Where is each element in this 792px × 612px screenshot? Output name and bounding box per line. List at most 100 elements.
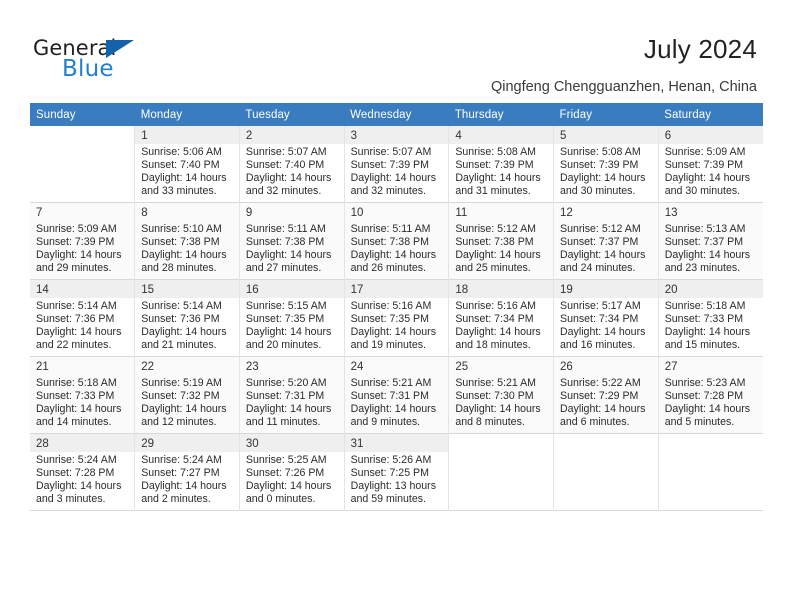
calendar-cell-empty — [30, 126, 136, 203]
day-info-daylight2: and 30 minutes. — [560, 185, 636, 198]
calendar-day-cell[interactable]: 17 Sunrise: 5:16 AM Sunset: 7:35 PM Dayligh… — [344, 279, 450, 357]
day-info-sunset: Sunset: 7:29 PM — [560, 390, 639, 403]
day-sun-info: Sunrise: 5:18 AM Sunset: 7:33 PM Daylight:… — [36, 377, 128, 429]
calendar-day-cell[interactable]: 26 Sunrise: 5:22 AM Sunset: 7:29 PM Dayligh… — [553, 356, 659, 434]
day-info-daylight1: Daylight: 14 hours — [664, 403, 751, 416]
calendar-day-cell[interactable]: 31 Sunrise: 5:26 AM Sunset: 7:25 PM Dayligh… — [344, 433, 450, 511]
calendar-day-cell[interactable]: 28 Sunrise: 5:24 AM Sunset: 7:28 PM Dayligh… — [30, 433, 136, 511]
day-number: 26 — [560, 361, 573, 373]
day-info-sunset: Sunset: 7:39 PM — [350, 159, 429, 172]
day-info-sunrise: Sunrise: 5:08 AM — [455, 146, 536, 158]
day-info-daylight1: Daylight: 14 hours — [245, 249, 332, 262]
day-info-sunrise: Sunrise: 5:21 AM — [350, 377, 432, 389]
calendar-day-cell[interactable]: 3 Sunrise: 5:07 AM Sunset: 7:39 PM Daylight… — [344, 126, 450, 203]
day-info-daylight2: and 20 minutes. — [245, 339, 322, 352]
day-number: 13 — [664, 207, 678, 219]
calendar-day-cell[interactable]: 30 Sunrise: 5:25 AM Sunset: 7:26 PM Dayligh… — [239, 433, 345, 511]
day-info-sunrise: Sunrise: 5:16 AM — [455, 300, 536, 312]
day-info-sunrise: Sunrise: 5:20 AM — [245, 377, 327, 389]
day-number: 27 — [664, 361, 678, 373]
day-info-daylight1: Daylight: 14 hours — [455, 326, 541, 339]
day-sun-info: Sunrise: 5:07 AM Sunset: 7:39 PM Daylight:… — [351, 146, 443, 198]
calendar-day-cell[interactable]: 11 Sunrise: 5:12 AM Sunset: 7:38 PM Dayligh… — [448, 202, 555, 280]
day-number: 12 — [560, 207, 573, 219]
day-sun-info: Sunrise: 5:12 AM Sunset: 7:38 PM Daylight:… — [455, 223, 547, 275]
calendar-day-cell[interactable]: 21 Sunrise: 5:18 AM Sunset: 7:33 PM Dayligh… — [30, 356, 136, 434]
calendar-day-cell[interactable]: 18 Sunrise: 5:16 AM Sunset: 7:34 PM Dayligh… — [448, 279, 555, 357]
day-info-daylight1: Daylight: 14 hours — [560, 172, 646, 185]
day-info-sunrise: Sunrise: 5:24 AM — [36, 454, 117, 466]
calendar-day-cell[interactable]: 5 Sunrise: 5:08 AM Sunset: 7:39 PM Daylight… — [553, 126, 659, 203]
calendar-day-cell[interactable]: 23 Sunrise: 5:20 AM Sunset: 7:31 PM Dayligh… — [239, 356, 345, 434]
day-sun-info: Sunrise: 5:19 AM Sunset: 7:32 PM Daylight:… — [141, 377, 233, 429]
day-sun-info: Sunrise: 5:10 AM Sunset: 7:38 PM Daylight:… — [141, 223, 233, 275]
calendar-week-row: 1 Sunrise: 5:06 AM Sunset: 7:40 PM Daylight… — [30, 126, 763, 203]
day-info-daylight2: and 27 minutes. — [245, 262, 322, 275]
day-info-daylight2: and 22 minutes. — [36, 339, 112, 352]
calendar-day-cell[interactable]: 8 Sunrise: 5:10 AM Sunset: 7:38 PM Daylight… — [134, 202, 240, 280]
day-number: 22 — [141, 361, 154, 373]
logo-text-blue: Blue — [62, 56, 114, 82]
day-info-daylight1: Daylight: 14 hours — [664, 326, 751, 339]
day-info-daylight1: Daylight: 14 hours — [245, 480, 332, 493]
calendar-day-cell[interactable]: 6 Sunrise: 5:09 AM Sunset: 7:39 PM Daylight… — [658, 126, 763, 203]
day-info-sunset: Sunset: 7:35 PM — [245, 313, 325, 326]
day-info-sunrise: Sunrise: 5:23 AM — [664, 377, 746, 389]
day-info-sunrise: Sunrise: 5:11 AM — [350, 223, 431, 235]
calendar-day-cell[interactable]: 27 Sunrise: 5:23 AM Sunset: 7:28 PM Dayligh… — [658, 356, 763, 434]
calendar-day-cell[interactable]: 16 Sunrise: 5:15 AM Sunset: 7:35 PM Dayligh… — [239, 279, 345, 357]
calendar-day-cell[interactable]: 24 Sunrise: 5:21 AM Sunset: 7:31 PM Dayligh… — [344, 356, 450, 434]
day-info-daylight2: and 30 minutes. — [664, 185, 741, 198]
day-info-sunrise: Sunrise: 5:12 AM — [455, 223, 536, 235]
day-sun-info: Sunrise: 5:18 AM Sunset: 7:33 PM Daylight:… — [665, 300, 757, 352]
day-number: 15 — [141, 284, 154, 296]
generalblue-logo[interactable]: General Blue — [33, 36, 163, 84]
day-info-sunrise: Sunrise: 5:07 AM — [245, 146, 327, 158]
day-info-daylight1: Daylight: 13 hours — [350, 480, 436, 493]
day-info-sunset: Sunset: 7:26 PM — [245, 467, 325, 480]
day-number: 29 — [141, 438, 154, 450]
day-info-daylight1: Daylight: 14 hours — [350, 172, 436, 185]
calendar-day-cell[interactable]: 25 Sunrise: 5:21 AM Sunset: 7:30 PM Dayligh… — [448, 356, 555, 434]
day-info-daylight2: and 59 minutes. — [350, 493, 426, 506]
day-info-sunset: Sunset: 7:32 PM — [141, 390, 220, 403]
day-number: 18 — [455, 284, 469, 296]
day-info-daylight2: and 15 minutes. — [664, 339, 741, 352]
day-info-daylight2: and 8 minutes. — [455, 416, 525, 429]
calendar-day-cell[interactable]: 10 Sunrise: 5:11 AM Sunset: 7:38 PM Dayligh… — [344, 202, 450, 280]
day-info-sunrise: Sunrise: 5:12 AM — [560, 223, 641, 235]
day-info-daylight2: and 18 minutes. — [455, 339, 531, 352]
day-number: 3 — [350, 130, 358, 142]
day-sun-info: Sunrise: 5:12 AM Sunset: 7:37 PM Daylight:… — [560, 223, 652, 275]
calendar-day-cell[interactable]: 12 Sunrise: 5:12 AM Sunset: 7:37 PM Dayligh… — [553, 202, 659, 280]
calendar-day-cell[interactable]: 20 Sunrise: 5:18 AM Sunset: 7:33 PM Dayligh… — [658, 279, 763, 357]
day-info-sunset: Sunset: 7:39 PM — [664, 159, 744, 172]
calendar-day-cell[interactable]: 14 Sunrise: 5:14 AM Sunset: 7:36 PM Dayligh… — [30, 279, 136, 357]
day-number: 4 — [455, 130, 462, 142]
calendar-day-cell[interactable]: 2 Sunrise: 5:07 AM Sunset: 7:40 PM Daylight… — [239, 126, 345, 203]
calendar-day-cell[interactable]: 29 Sunrise: 5:24 AM Sunset: 7:27 PM Dayligh… — [134, 433, 240, 511]
day-info-daylight2: and 23 minutes. — [664, 262, 741, 275]
calendar-day-cell[interactable]: 19 Sunrise: 5:17 AM Sunset: 7:34 PM Dayligh… — [553, 279, 659, 357]
day-info-daylight2: and 14 minutes. — [36, 416, 112, 429]
calendar-day-cell[interactable]: 4 Sunrise: 5:08 AM Sunset: 7:39 PM Daylight… — [448, 126, 555, 203]
weekday-header-sunday: Sunday — [30, 103, 135, 126]
day-sun-info: Sunrise: 5:11 AM Sunset: 7:38 PM Daylight:… — [351, 223, 443, 275]
calendar-day-cell[interactable]: 15 Sunrise: 5:14 AM Sunset: 7:36 PM Dayligh… — [134, 279, 240, 357]
calendar-day-cell[interactable]: 22 Sunrise: 5:19 AM Sunset: 7:32 PM Dayligh… — [134, 356, 240, 434]
day-info-sunset: Sunset: 7:38 PM — [350, 236, 429, 249]
weekday-header-saturday: Saturday — [658, 103, 763, 126]
calendar-day-cell[interactable]: 7 Sunrise: 5:09 AM Sunset: 7:39 PM Daylight… — [30, 202, 136, 280]
day-info-sunrise: Sunrise: 5:18 AM — [36, 377, 117, 389]
page-title: July 2024 — [643, 34, 757, 64]
day-sun-info: Sunrise: 5:11 AM Sunset: 7:38 PM Daylight:… — [246, 223, 338, 275]
day-info-sunset: Sunset: 7:28 PM — [36, 467, 115, 480]
calendar-week-row: 21 Sunrise: 5:18 AM Sunset: 7:33 PM Dayligh… — [30, 356, 763, 434]
day-info-sunset: Sunset: 7:34 PM — [455, 313, 534, 326]
day-info-sunset: Sunset: 7:40 PM — [141, 159, 220, 172]
day-sun-info: Sunrise: 5:16 AM Sunset: 7:35 PM Daylight:… — [351, 300, 443, 352]
calendar-day-cell[interactable]: 1 Sunrise: 5:06 AM Sunset: 7:40 PM Daylight… — [134, 126, 240, 203]
calendar-day-cell[interactable]: 9 Sunrise: 5:11 AM Sunset: 7:38 PM Daylight… — [239, 202, 345, 280]
day-info-daylight1: Daylight: 14 hours — [560, 326, 646, 339]
calendar-day-cell[interactable]: 13 Sunrise: 5:13 AM Sunset: 7:37 PM Dayligh… — [658, 202, 763, 280]
